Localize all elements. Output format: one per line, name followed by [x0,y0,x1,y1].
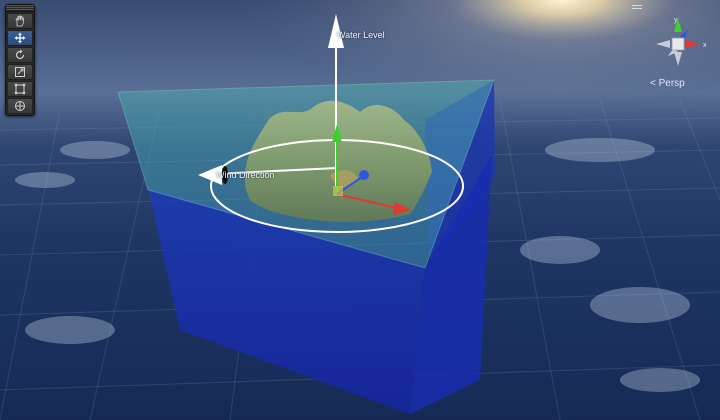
gizmo-neg-x-cone[interactable] [656,40,670,48]
center-handle[interactable] [333,186,343,196]
palette-drag-handle[interactable] [6,5,34,12]
water-level-label: Water Level [337,30,385,40]
hand-icon [14,15,26,27]
wind-direction-label: Wind Direction [216,170,275,180]
viewport-menu-button[interactable] [632,5,642,11]
tool-palette [5,4,35,116]
orientation-gizmo[interactable]: y x [648,14,712,78]
rect-transform-icon [14,83,26,95]
scale-tool-button[interactable] [7,64,33,80]
scale-icon [14,66,26,78]
gizmo-x-cone[interactable] [686,40,700,48]
hand-tool-button[interactable] [7,13,33,29]
rotate-tool-button[interactable] [7,47,33,63]
transform-icon [14,100,26,112]
projection-toggle[interactable]: < Persp [650,78,685,89]
scene-viewport[interactable]: Water Level Wind Direction y x < Persp [0,0,720,420]
gizmo-neg-y-cone[interactable] [674,52,682,66]
z-axis-handle[interactable] [359,170,369,180]
rect-tool-button[interactable] [7,81,33,97]
move-arrows-icon [14,32,26,44]
rotate-icon [14,49,26,61]
gizmo-y-label: y [674,17,678,24]
transform-tool-button[interactable] [7,98,33,114]
gizmo-x-label: x [703,42,707,49]
gizmo-center-cube[interactable] [671,37,685,51]
move-tool-button[interactable] [7,30,33,46]
scene-canvas[interactable] [0,0,720,420]
